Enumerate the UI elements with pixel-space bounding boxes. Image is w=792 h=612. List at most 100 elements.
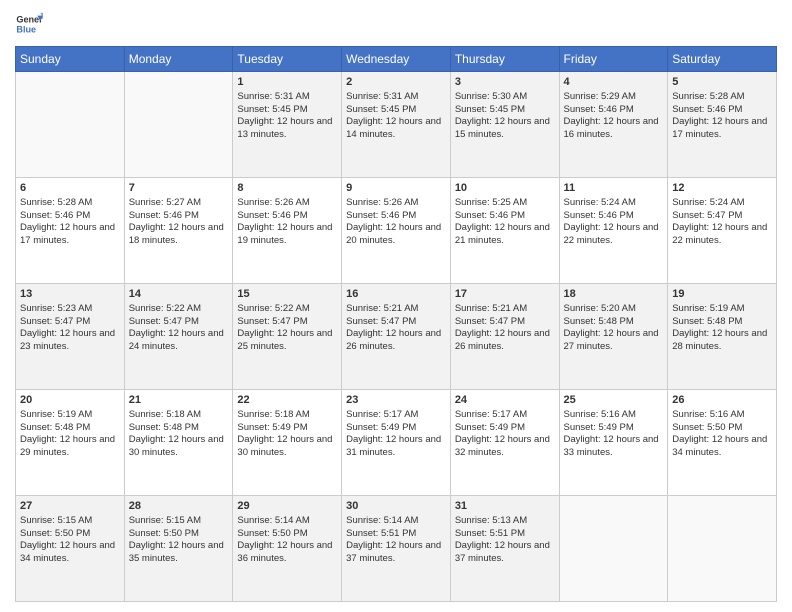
day-info-line: Sunset: 5:48 PM [20,422,120,435]
calendar-cell: 6Sunrise: 5:28 AMSunset: 5:46 PMDaylight… [16,178,125,284]
day-number: 12 [672,181,772,196]
logo-icon: General Blue [15,10,43,38]
col-header-saturday: Saturday [668,47,777,72]
day-number: 17 [455,287,555,302]
calendar-cell: 19Sunrise: 5:19 AMSunset: 5:48 PMDayligh… [668,284,777,390]
calendar-cell: 20Sunrise: 5:19 AMSunset: 5:48 PMDayligh… [16,390,125,496]
day-info-line: Sunrise: 5:28 AM [20,197,120,210]
day-info-line: Sunrise: 5:21 AM [455,303,555,316]
calendar-cell: 28Sunrise: 5:15 AMSunset: 5:50 PMDayligh… [124,496,233,602]
logo: General Blue [15,10,49,38]
day-number: 5 [672,75,772,90]
day-info-line: Sunrise: 5:24 AM [564,197,664,210]
day-number: 18 [564,287,664,302]
day-info-line: Daylight: 12 hours and 13 minutes. [237,116,337,142]
calendar-cell [16,72,125,178]
day-info-line: Sunrise: 5:29 AM [564,91,664,104]
day-info-line: Daylight: 12 hours and 24 minutes. [129,328,229,354]
day-number: 15 [237,287,337,302]
day-number: 25 [564,393,664,408]
day-info-line: Sunrise: 5:26 AM [237,197,337,210]
day-info-line: Sunrise: 5:15 AM [129,515,229,528]
day-info-line: Daylight: 12 hours and 37 minutes. [455,540,555,566]
calendar-cell: 15Sunrise: 5:22 AMSunset: 5:47 PMDayligh… [233,284,342,390]
calendar-cell: 5Sunrise: 5:28 AMSunset: 5:46 PMDaylight… [668,72,777,178]
day-info-line: Sunrise: 5:22 AM [129,303,229,316]
day-info-line: Sunset: 5:45 PM [237,104,337,117]
day-number: 3 [455,75,555,90]
day-info-line: Sunrise: 5:30 AM [455,91,555,104]
day-info-line: Sunrise: 5:16 AM [672,409,772,422]
day-info-line: Sunset: 5:47 PM [346,316,446,329]
day-number: 10 [455,181,555,196]
calendar-cell: 4Sunrise: 5:29 AMSunset: 5:46 PMDaylight… [559,72,668,178]
day-info-line: Daylight: 12 hours and 15 minutes. [455,116,555,142]
day-info-line: Daylight: 12 hours and 26 minutes. [346,328,446,354]
day-number: 29 [237,499,337,514]
calendar-week-row: 13Sunrise: 5:23 AMSunset: 5:47 PMDayligh… [16,284,777,390]
day-info-line: Sunrise: 5:23 AM [20,303,120,316]
day-info-line: Sunrise: 5:15 AM [20,515,120,528]
calendar-cell: 30Sunrise: 5:14 AMSunset: 5:51 PMDayligh… [342,496,451,602]
calendar-cell: 3Sunrise: 5:30 AMSunset: 5:45 PMDaylight… [450,72,559,178]
calendar-header-row: SundayMondayTuesdayWednesdayThursdayFrid… [16,47,777,72]
day-info-line: Sunrise: 5:31 AM [237,91,337,104]
calendar-cell: 23Sunrise: 5:17 AMSunset: 5:49 PMDayligh… [342,390,451,496]
calendar-cell: 7Sunrise: 5:27 AMSunset: 5:46 PMDaylight… [124,178,233,284]
day-info-line: Sunset: 5:50 PM [20,528,120,541]
calendar-week-row: 6Sunrise: 5:28 AMSunset: 5:46 PMDaylight… [16,178,777,284]
day-info-line: Sunrise: 5:14 AM [237,515,337,528]
calendar-cell: 25Sunrise: 5:16 AMSunset: 5:49 PMDayligh… [559,390,668,496]
day-info-line: Daylight: 12 hours and 17 minutes. [672,116,772,142]
day-number: 23 [346,393,446,408]
day-info-line: Sunrise: 5:13 AM [455,515,555,528]
day-info-line: Sunrise: 5:24 AM [672,197,772,210]
day-number: 9 [346,181,446,196]
day-info-line: Sunset: 5:46 PM [20,210,120,223]
calendar-table: SundayMondayTuesdayWednesdayThursdayFrid… [15,46,777,602]
day-info-line: Daylight: 12 hours and 37 minutes. [346,540,446,566]
calendar-week-row: 20Sunrise: 5:19 AMSunset: 5:48 PMDayligh… [16,390,777,496]
calendar-cell: 31Sunrise: 5:13 AMSunset: 5:51 PMDayligh… [450,496,559,602]
day-number: 26 [672,393,772,408]
calendar-cell: 22Sunrise: 5:18 AMSunset: 5:49 PMDayligh… [233,390,342,496]
calendar-cell: 24Sunrise: 5:17 AMSunset: 5:49 PMDayligh… [450,390,559,496]
day-info-line: Sunset: 5:47 PM [237,316,337,329]
day-info-line: Sunrise: 5:16 AM [564,409,664,422]
day-info-line: Sunset: 5:48 PM [129,422,229,435]
col-header-friday: Friday [559,47,668,72]
day-info-line: Daylight: 12 hours and 36 minutes. [237,540,337,566]
day-number: 30 [346,499,446,514]
calendar-body: 1Sunrise: 5:31 AMSunset: 5:45 PMDaylight… [16,72,777,602]
header: General Blue [15,10,777,38]
day-info-line: Sunset: 5:50 PM [672,422,772,435]
day-info-line: Daylight: 12 hours and 34 minutes. [20,540,120,566]
calendar-cell: 17Sunrise: 5:21 AMSunset: 5:47 PMDayligh… [450,284,559,390]
day-info-line: Daylight: 12 hours and 31 minutes. [346,434,446,460]
day-info-line: Daylight: 12 hours and 28 minutes. [672,328,772,354]
day-info-line: Daylight: 12 hours and 32 minutes. [455,434,555,460]
day-info-line: Sunset: 5:51 PM [455,528,555,541]
day-number: 2 [346,75,446,90]
day-info-line: Daylight: 12 hours and 17 minutes. [20,222,120,248]
day-info-line: Sunrise: 5:28 AM [672,91,772,104]
calendar-cell: 16Sunrise: 5:21 AMSunset: 5:47 PMDayligh… [342,284,451,390]
day-info-line: Daylight: 12 hours and 35 minutes. [129,540,229,566]
day-info-line: Daylight: 12 hours and 25 minutes. [237,328,337,354]
day-info-line: Daylight: 12 hours and 21 minutes. [455,222,555,248]
day-info-line: Sunset: 5:49 PM [455,422,555,435]
day-info-line: Daylight: 12 hours and 29 minutes. [20,434,120,460]
calendar-cell: 27Sunrise: 5:15 AMSunset: 5:50 PMDayligh… [16,496,125,602]
day-info-line: Daylight: 12 hours and 27 minutes. [564,328,664,354]
calendar-cell [559,496,668,602]
calendar-cell: 26Sunrise: 5:16 AMSunset: 5:50 PMDayligh… [668,390,777,496]
day-number: 19 [672,287,772,302]
day-number: 1 [237,75,337,90]
day-info-line: Daylight: 12 hours and 22 minutes. [672,222,772,248]
day-info-line: Sunset: 5:45 PM [346,104,446,117]
day-info-line: Sunrise: 5:21 AM [346,303,446,316]
day-info-line: Sunset: 5:45 PM [455,104,555,117]
day-number: 6 [20,181,120,196]
day-info-line: Sunset: 5:47 PM [672,210,772,223]
day-info-line: Sunrise: 5:17 AM [455,409,555,422]
